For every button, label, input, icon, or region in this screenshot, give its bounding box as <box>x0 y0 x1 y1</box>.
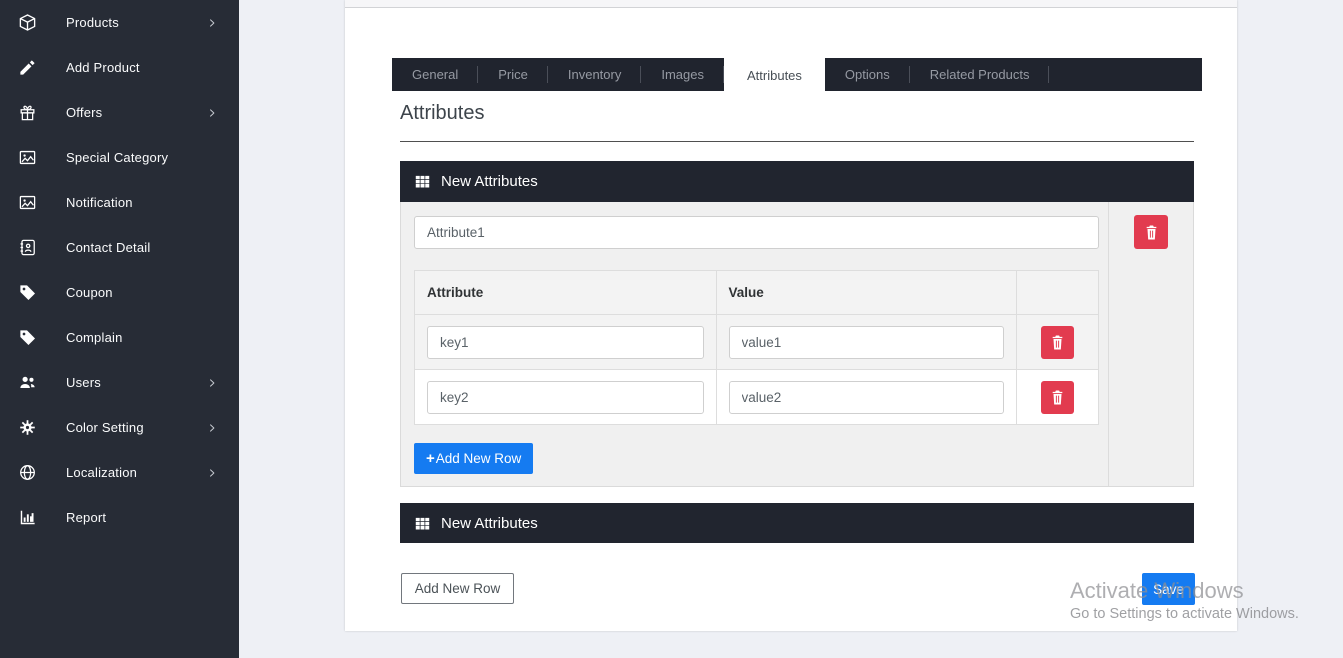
tab-attributes[interactable]: Attributes <box>724 58 825 97</box>
address-book-icon <box>18 238 37 257</box>
panel-title: New Attributes <box>441 515 538 532</box>
delete-attribute-button[interactable] <box>1134 215 1168 249</box>
attribute-row <box>415 315 1099 370</box>
sidebar-item-label: Users <box>66 375 101 390</box>
sidebar-item-color-setting[interactable]: Color Setting <box>0 405 239 450</box>
sidebar-item-users[interactable]: Users <box>0 360 239 405</box>
actions-column-header <box>1017 271 1099 315</box>
sidebar-item-complain[interactable]: Complain <box>0 315 239 360</box>
sidebar-item-label: Offers <box>66 105 102 120</box>
gear-icon <box>18 418 37 437</box>
cube-icon <box>18 13 37 32</box>
new-attributes-panel-header: New Attributes <box>400 161 1194 202</box>
add-new-attribute-button[interactable]: Add New Row <box>401 573 514 604</box>
value-column-header: Value <box>716 271 1017 315</box>
attribute-name-input[interactable] <box>414 216 1099 249</box>
panel-title: New Attributes <box>441 173 538 190</box>
new-attributes-panel-body: Attribute Value +Add New Row <box>400 202 1194 487</box>
chevron-right-icon <box>207 108 217 118</box>
tab-images[interactable]: Images <box>641 58 724 91</box>
sidebar-item-label: Color Setting <box>66 420 144 435</box>
sidebar-item-label: Complain <box>66 330 123 345</box>
globe-icon <box>18 463 37 482</box>
sidebar-item-label: Contact Detail <box>66 240 150 255</box>
tab-options[interactable]: Options <box>825 58 910 91</box>
sidebar-item-label: Report <box>66 510 106 525</box>
new-attributes-panel: New Attributes Attribute Value +Add <box>400 161 1194 487</box>
plus-icon: + <box>426 450 435 467</box>
attribute-column-header: Attribute <box>415 271 717 315</box>
sidebar-item-notification[interactable]: Notification <box>0 180 239 225</box>
chevron-right-icon <box>207 18 217 28</box>
gift-icon <box>18 103 37 122</box>
pen-icon <box>18 58 37 77</box>
page-title: Attributes <box>400 102 484 125</box>
delete-row-button[interactable] <box>1041 381 1074 414</box>
grid-icon <box>414 515 431 532</box>
title-divider <box>400 141 1194 142</box>
add-new-row-label: Add New Row <box>436 451 522 466</box>
users-icon <box>18 373 37 392</box>
trash-icon <box>1051 390 1064 405</box>
new-attributes-panel-2: New Attributes <box>400 503 1194 543</box>
sidebar-item-add-product[interactable]: Add Product <box>0 45 239 90</box>
tag-icon <box>18 283 37 302</box>
delete-row-button[interactable] <box>1041 326 1074 359</box>
tag-icon <box>18 328 37 347</box>
save-button[interactable]: Save <box>1142 573 1195 605</box>
sidebar-nav: Products Add Product Offers Special Categor… <box>0 0 239 540</box>
grid-icon <box>414 173 431 190</box>
attribute-key-input[interactable] <box>427 381 704 414</box>
image-icon <box>18 148 37 167</box>
sidebar-item-coupon[interactable]: Coupon <box>0 270 239 315</box>
sidebar: Products Add Product Offers Special Categor… <box>0 0 239 658</box>
sidebar-item-label: Special Category <box>66 150 168 165</box>
attribute-value-input[interactable] <box>729 326 1005 359</box>
sidebar-item-label: Products <box>66 15 119 30</box>
tab-inventory[interactable]: Inventory <box>548 58 641 91</box>
attribute-row <box>415 370 1099 425</box>
bar-chart-icon <box>18 508 37 527</box>
sidebar-item-report[interactable]: Report <box>0 495 239 540</box>
new-attributes-panel-2-header: New Attributes <box>400 503 1194 543</box>
trash-icon <box>1145 225 1158 240</box>
panel-vertical-divider <box>1108 202 1109 486</box>
sidebar-item-label: Notification <box>66 195 133 210</box>
trash-icon <box>1051 335 1064 350</box>
sidebar-item-special-category[interactable]: Special Category <box>0 135 239 180</box>
image-icon <box>18 193 37 212</box>
chevron-right-icon <box>207 423 217 433</box>
product-edit-card: GeneralPriceInventoryImagesAttributesOpt… <box>345 0 1237 631</box>
attribute-key-input[interactable] <box>427 326 704 359</box>
attribute-value-input[interactable] <box>729 381 1005 414</box>
sidebar-item-products[interactable]: Products <box>0 0 239 45</box>
tab-price[interactable]: Price <box>478 58 548 91</box>
product-tabs: GeneralPriceInventoryImagesAttributesOpt… <box>392 58 1202 91</box>
table-header-row: Attribute Value <box>415 271 1099 315</box>
sidebar-item-label: Localization <box>66 465 137 480</box>
sidebar-item-label: Coupon <box>66 285 113 300</box>
sidebar-item-label: Add Product <box>66 60 140 75</box>
chevron-right-icon <box>207 468 217 478</box>
sidebar-item-contact-detail[interactable]: Contact Detail <box>0 225 239 270</box>
sidebar-item-offers[interactable]: Offers <box>0 90 239 135</box>
tab-general[interactable]: General <box>392 58 478 91</box>
card-top-strip <box>345 0 1237 8</box>
attributes-table: Attribute Value <box>414 270 1099 425</box>
add-new-row-button[interactable]: +Add New Row <box>414 443 533 474</box>
tab-related-products[interactable]: Related Products <box>910 58 1050 91</box>
sidebar-item-localization[interactable]: Localization <box>0 450 239 495</box>
chevron-right-icon <box>207 378 217 388</box>
